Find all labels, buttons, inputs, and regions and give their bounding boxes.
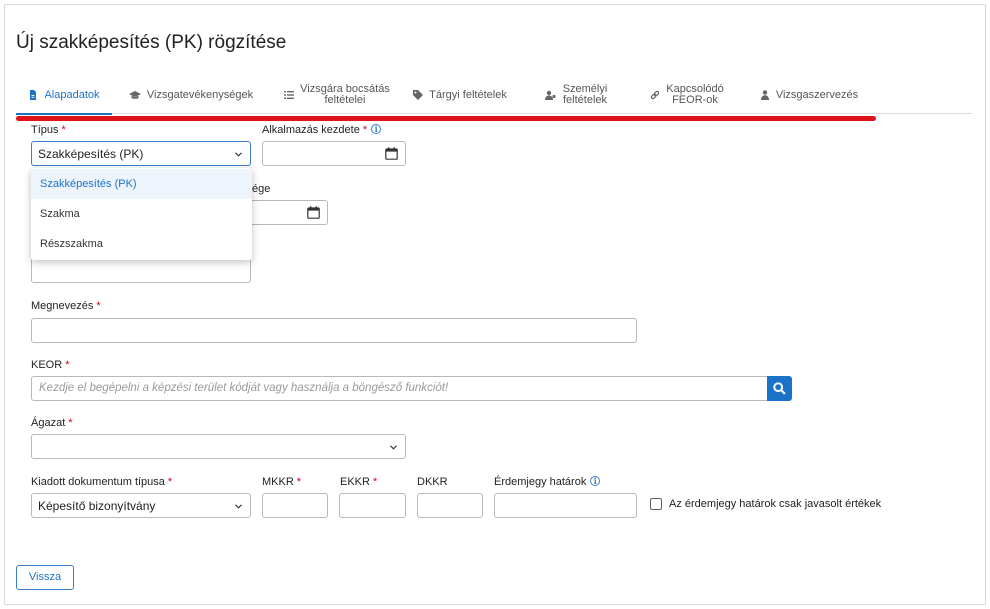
info-icon[interactable]: i (371, 124, 382, 134)
chevron-down-icon (235, 504, 242, 509)
kiadott-dokumentum-value: Képesítő bizonyítvány (38, 499, 156, 513)
mkkr-label: MKKR * (262, 476, 302, 488)
calendar-icon[interactable] (385, 147, 398, 160)
tag-icon (413, 90, 424, 100)
chevron-down-icon (235, 152, 242, 157)
tipus-label: Típus * (31, 124, 66, 136)
search-icon (773, 382, 786, 395)
agazat-label: Ágazat * (31, 417, 73, 429)
tab-label: Tárgyi feltételek (429, 88, 507, 101)
page-title: Új szakképesítés (PK) rögzítése (16, 32, 287, 53)
graduation-cap-icon (128, 91, 141, 99)
tab-targyi-feltetelek[interactable]: Tárgyi feltételek (408, 76, 512, 114)
tab-bar: Alapadatok Vizsgatevékenységek Vizsgára … (16, 76, 972, 115)
javasolt-ertekek-checkbox[interactable] (650, 498, 662, 510)
ekkr-input[interactable] (339, 493, 406, 518)
dropdown-option[interactable]: Szakma (31, 199, 252, 229)
list-icon (284, 91, 295, 99)
kiadott-dokumentum-label: Kiadott dokumentum típusa * (31, 476, 173, 488)
tab-label: Alapadatok (44, 88, 100, 101)
tab-label: Kapcsolódó FEOR-ok (666, 83, 724, 106)
dropdown-option[interactable]: Szakképesítés (PK) (31, 169, 252, 199)
highlight-underline (16, 116, 876, 121)
hidden-field-label: ége (252, 183, 271, 195)
kiadott-dokumentum-select[interactable]: Képesítő bizonyítvány (31, 493, 251, 518)
hidden-input[interactable] (31, 258, 251, 283)
second-date-input[interactable] (240, 200, 328, 225)
document-icon (30, 90, 37, 100)
ekkr-label: EKKR * (340, 476, 378, 488)
tab-label: Vizsgára bocsátás feltételei (300, 83, 390, 106)
person-icon (760, 90, 769, 100)
erdemjegy-label: Érdemjegy határok i (494, 476, 601, 488)
alkalmazas-kezdete-date[interactable] (262, 141, 406, 166)
dkkr-label: DKKR (417, 476, 448, 488)
dkkr-input[interactable] (417, 493, 483, 518)
keor-placeholder: Kezdje el begépelni a képzési terület kó… (39, 382, 449, 394)
keor-label: KEOR * (31, 359, 70, 371)
users-icon (544, 90, 556, 100)
tipus-select[interactable]: Szakképesítés (PK) (31, 141, 251, 166)
back-button[interactable]: Vissza (16, 565, 74, 590)
tab-szemelyi-feltetelek[interactable]: Személyi feltételek (526, 76, 626, 114)
tab-vizsgatevekenysegek[interactable]: Vizsgatevékenységek (116, 76, 266, 114)
link-icon (651, 90, 660, 100)
tab-kapcsolodo-feor[interactable]: Kapcsolódó FEOR-ok (632, 76, 742, 114)
keor-search-input[interactable]: Kezdje el begépelni a képzési terület kó… (31, 376, 768, 401)
checkbox-label: Az érdemjegy határok csak javasolt érték… (669, 498, 882, 510)
info-icon[interactable]: i (590, 476, 601, 486)
tipus-value: Szakképesítés (PK) (38, 147, 144, 161)
tab-vizsgara-bocsatas[interactable]: Vizsgára bocsátás feltételei (272, 76, 402, 114)
erdemjegy-input[interactable] (494, 493, 637, 518)
calendar-icon[interactable] (307, 206, 320, 219)
keor-search-button[interactable] (767, 376, 792, 401)
megnevezes-input[interactable] (31, 318, 637, 343)
dropdown-option[interactable]: Részszakma (31, 229, 252, 259)
tipus-dropdown-menu: Szakképesítés (PK) Szakma Részszakma (31, 168, 252, 260)
tab-label: Vizsgatevékenységek (146, 88, 254, 101)
tab-alapadatok[interactable]: Alapadatok (16, 76, 112, 115)
megnevezes-label: Megnevezés * (31, 300, 101, 312)
mkkr-input[interactable] (262, 493, 328, 518)
chevron-down-icon (390, 445, 397, 450)
tab-label: Személyi feltételek (562, 83, 608, 106)
tab-vizsgaszervezes[interactable]: Vizsgaszervezés (750, 76, 868, 114)
alkalmazas-kezdete-label: Alkalmazás kezdete * i (262, 124, 382, 136)
agazat-select[interactable] (31, 434, 406, 459)
tab-label: Vizsgaszervezés (775, 88, 859, 101)
